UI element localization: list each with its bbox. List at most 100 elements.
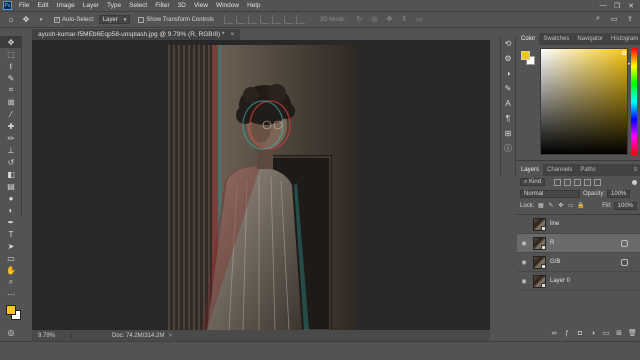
link-layers-icon[interactable]: ∞ (550, 330, 558, 337)
pen-tool-icon[interactable]: ✒ (0, 216, 22, 228)
layer-row[interactable]: ◉ R (517, 234, 640, 253)
foreground-color-chip[interactable] (521, 51, 530, 60)
canvas-area[interactable] (32, 40, 490, 330)
history-panel-icon[interactable]: ⟲ (501, 36, 515, 51)
hue-slider-marker-icon[interactable]: ▸ (628, 61, 631, 67)
quick-select-tool-icon[interactable]: ✎ (0, 72, 22, 84)
minimize-button[interactable]: — (596, 2, 610, 9)
search-icon[interactable]: ⌕ (592, 15, 604, 25)
eyedropper-tool-icon[interactable]: ⁄ (0, 108, 22, 120)
doc-size-info[interactable]: Doc: 74.2M/314.2M (72, 333, 164, 339)
frame-tool-icon[interactable]: ⊠ (0, 96, 22, 108)
healing-brush-tool-icon[interactable]: ✚ (0, 120, 22, 132)
move-tool-icon[interactable]: ✥ (20, 14, 32, 26)
eye-icon[interactable]: ◉ (517, 259, 531, 266)
close-document-icon[interactable]: × (231, 31, 235, 38)
tab-paths[interactable]: Paths (576, 164, 599, 176)
lock-transparency-icon[interactable]: ▦ (537, 203, 544, 210)
menu-view[interactable]: View (190, 2, 212, 9)
brush-panel-icon[interactable]: ✎ (501, 81, 515, 96)
type-filter-icon[interactable] (574, 178, 582, 186)
maximize-button[interactable]: ❐ (610, 2, 624, 10)
gradient-tool-icon[interactable]: ▤ (0, 180, 22, 192)
menu-window[interactable]: Window (212, 2, 243, 9)
lock-pixels-icon[interactable]: ✎ (547, 203, 554, 210)
lock-position-icon[interactable]: ✥ (557, 203, 564, 210)
auto-select-dropdown[interactable]: Layer ▾ (98, 15, 131, 24)
info-panel-icon[interactable]: ⓘ (501, 141, 515, 156)
quick-mask-icon[interactable]: ◎ (0, 326, 22, 338)
crop-tool-icon[interactable]: ⌗ (0, 84, 22, 96)
shape-filter-icon[interactable] (584, 178, 592, 186)
marquee-tool-icon[interactable]: ⬚ (0, 48, 22, 60)
drag-3d-icon[interactable]: ✥ (384, 15, 395, 24)
panel-menu-icon[interactable]: ≡ (633, 164, 640, 176)
scale-3d-icon[interactable]: ▭ (414, 15, 425, 24)
foreground-color-swatch[interactable] (6, 305, 16, 315)
menu-file[interactable]: File (15, 2, 33, 9)
tab-histogram[interactable]: Histogram (607, 33, 640, 45)
brush-tool-icon[interactable]: ✏ (0, 132, 22, 144)
add-mask-icon[interactable]: ◘ (576, 330, 584, 337)
new-layer-icon[interactable]: ⊞ (615, 329, 623, 337)
eye-icon[interactable]: ◉ (517, 278, 531, 285)
menu-select[interactable]: Select (125, 2, 151, 9)
auto-select-checkbox[interactable]: ✓ (54, 16, 60, 23)
document-tab[interactable]: ayush-kumar-f5MEb6Eqp58-unsplash.jpg @ 9… (32, 28, 241, 40)
properties-panel-icon[interactable]: ⚙ (501, 51, 515, 66)
roll-3d-icon[interactable]: ◎ (369, 15, 380, 24)
align-middle-icon[interactable] (271, 15, 281, 24)
eraser-tool-icon[interactable]: ◧ (0, 168, 22, 180)
new-adjustment-icon[interactable]: ◑ (589, 330, 597, 337)
blur-tool-icon[interactable]: ● (0, 192, 22, 204)
color-picker-cursor[interactable] (622, 51, 626, 55)
menu-image[interactable]: Image (53, 2, 79, 9)
layer-effects-icon[interactable] (621, 239, 628, 247)
filter-toggle[interactable] (632, 179, 637, 185)
dodge-tool-icon[interactable]: ◐ (0, 204, 22, 216)
tab-navigator[interactable]: Navigator (573, 33, 607, 45)
align-top-icon[interactable] (259, 15, 269, 24)
lasso-tool-icon[interactable]: ℓ (0, 60, 22, 72)
glyphs-panel-icon[interactable]: ⊞ (501, 126, 515, 141)
status-menu-arrow[interactable]: > (168, 333, 172, 339)
menu-filter[interactable]: Filter (151, 2, 173, 9)
character-panel-icon[interactable]: A (501, 96, 515, 111)
share-icon[interactable]: ⇪ (624, 15, 636, 25)
align-right-icon[interactable] (247, 15, 257, 24)
tab-swatches[interactable]: Swatches (539, 33, 573, 45)
hue-slider[interactable] (631, 48, 637, 155)
hand-tool-icon[interactable]: ✋ (0, 264, 22, 276)
trash-icon[interactable]: 🗑 (628, 329, 637, 337)
zoom-tool-icon[interactable]: ⌕ (0, 276, 22, 288)
edit-toolbar-icon[interactable]: ⋯ (0, 288, 22, 300)
align-left-icon[interactable] (223, 15, 233, 24)
move-tool-icon[interactable]: ✥ (0, 36, 22, 48)
type-tool-icon[interactable]: T (0, 228, 22, 240)
layer-effects-icon[interactable] (621, 258, 628, 266)
menu-3d[interactable]: 3D (174, 2, 190, 9)
lock-all-icon[interactable]: 🔒 (577, 203, 584, 210)
opacity-field[interactable]: 100% (607, 190, 631, 198)
home-icon[interactable]: ⌂ (5, 14, 17, 26)
menu-type[interactable]: Type (103, 2, 125, 9)
path-select-tool-icon[interactable]: ➤ (0, 240, 22, 252)
tab-color[interactable]: Color (517, 33, 540, 45)
adjustment-filter-icon[interactable] (564, 178, 572, 186)
chevron-down-icon[interactable]: ▾ (35, 14, 47, 26)
color-swatches[interactable] (0, 304, 21, 326)
color-picker-field[interactable] (540, 48, 628, 155)
slide-3d-icon[interactable]: ⇕ (399, 15, 410, 24)
paragraph-panel-icon[interactable]: ¶ (501, 111, 515, 126)
adjustments-panel-icon[interactable]: ◑ (501, 66, 515, 81)
clone-stamp-tool-icon[interactable]: ⊥ (0, 144, 22, 156)
document-image[interactable] (167, 45, 358, 330)
fill-field[interactable]: 100% (613, 202, 637, 210)
menu-help[interactable]: Help (243, 2, 264, 9)
blend-mode-dropdown[interactable]: Normal (520, 190, 580, 198)
show-transform-checkbox[interactable] (138, 16, 145, 23)
kind-filter-dropdown[interactable]: ⌕ Kind (520, 178, 546, 186)
menu-layer[interactable]: Layer (79, 2, 103, 9)
tab-layers[interactable]: Layers (517, 164, 544, 176)
workspace-icon[interactable]: ▭ (608, 15, 620, 25)
